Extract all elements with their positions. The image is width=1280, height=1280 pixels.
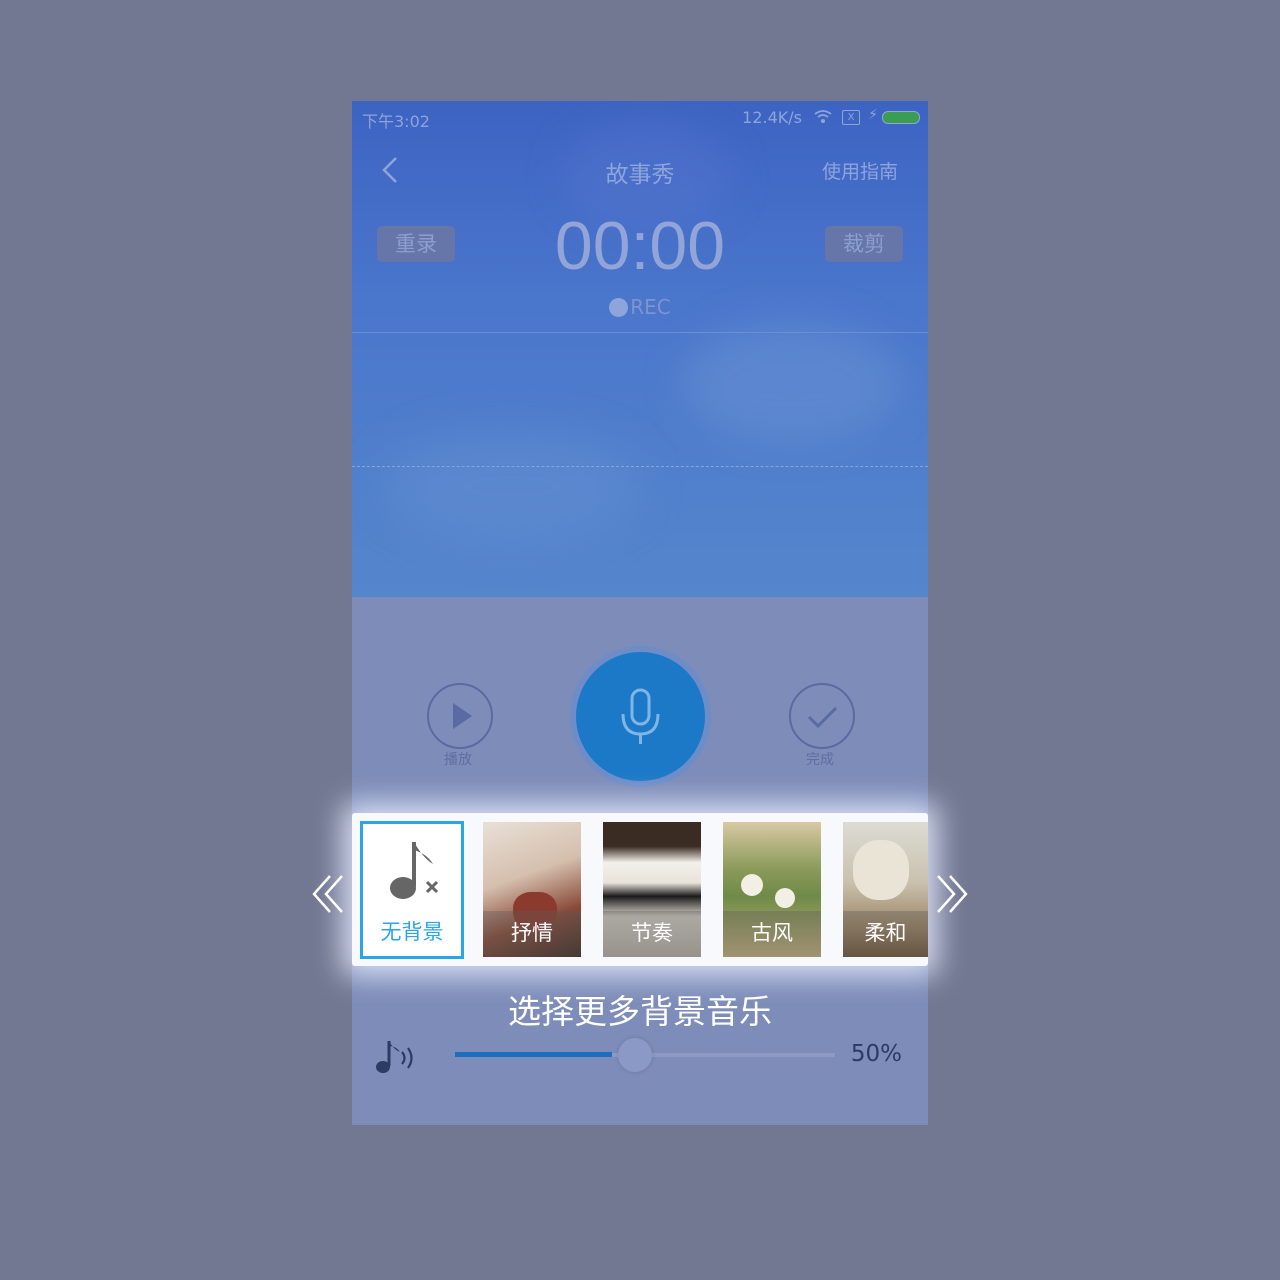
- play-label: 播放: [444, 752, 472, 768]
- plush-toy-image: [853, 840, 909, 900]
- wifi-icon: [814, 110, 832, 123]
- rec-dot-icon: [609, 298, 629, 317]
- music-item-label: 柔和: [864, 921, 907, 945]
- record-button[interactable]: [576, 652, 705, 781]
- music-volume-icon: [376, 1041, 413, 1073]
- play-button[interactable]: [427, 683, 493, 749]
- status-time: 下午3:02: [362, 112, 430, 131]
- music-item-label: 抒情: [511, 921, 553, 945]
- phone-screen: 下午3:02 12.4K/s X ⚡ 故事秀 使用指南 重录 00:00 裁剪 …: [352, 101, 928, 1125]
- microphone-icon: [621, 688, 660, 744]
- rec-label: REC: [630, 295, 671, 319]
- lotus-image: [775, 888, 795, 908]
- double-chevron-left-icon[interactable]: [308, 872, 348, 916]
- check-icon: [807, 706, 838, 729]
- charging-icon: ⚡: [868, 107, 878, 123]
- battery-icon: [882, 111, 920, 124]
- volume-slider-knob[interactable]: [618, 1038, 652, 1072]
- status-speed: 12.4K/s: [742, 108, 802, 127]
- status-bar: 下午3:02 12.4K/s X ⚡: [352, 101, 928, 135]
- guide-link[interactable]: 使用指南: [822, 157, 898, 184]
- play-icon: [453, 703, 472, 729]
- trim-button[interactable]: 裁剪: [825, 226, 903, 262]
- music-note-off-icon: [390, 842, 439, 899]
- rec-indicator: REC: [352, 295, 928, 319]
- music-item-rhythm[interactable]: 节奏: [603, 822, 701, 957]
- music-item-classical[interactable]: 古风: [723, 822, 821, 957]
- music-caption: 选择更多背景音乐: [508, 992, 772, 1031]
- volume-slider-fill: [455, 1052, 612, 1057]
- lotus-image: [741, 874, 763, 896]
- waveform-baseline: [352, 466, 928, 467]
- double-chevron-right-icon[interactable]: [932, 872, 972, 916]
- music-item-label: 无背景: [380, 920, 444, 944]
- music-item-none[interactable]: 无背景: [360, 821, 464, 959]
- music-item-label: 古风: [751, 921, 793, 945]
- sim-icon: X: [842, 110, 860, 125]
- divider: [352, 332, 928, 333]
- done-label: 完成: [806, 752, 834, 768]
- music-item-soft[interactable]: 柔和: [843, 822, 928, 957]
- music-item-lyric[interactable]: 抒情: [483, 822, 581, 957]
- volume-percent: 50%: [850, 1041, 902, 1067]
- music-item-label: 节奏: [631, 921, 673, 945]
- done-button[interactable]: [789, 683, 855, 749]
